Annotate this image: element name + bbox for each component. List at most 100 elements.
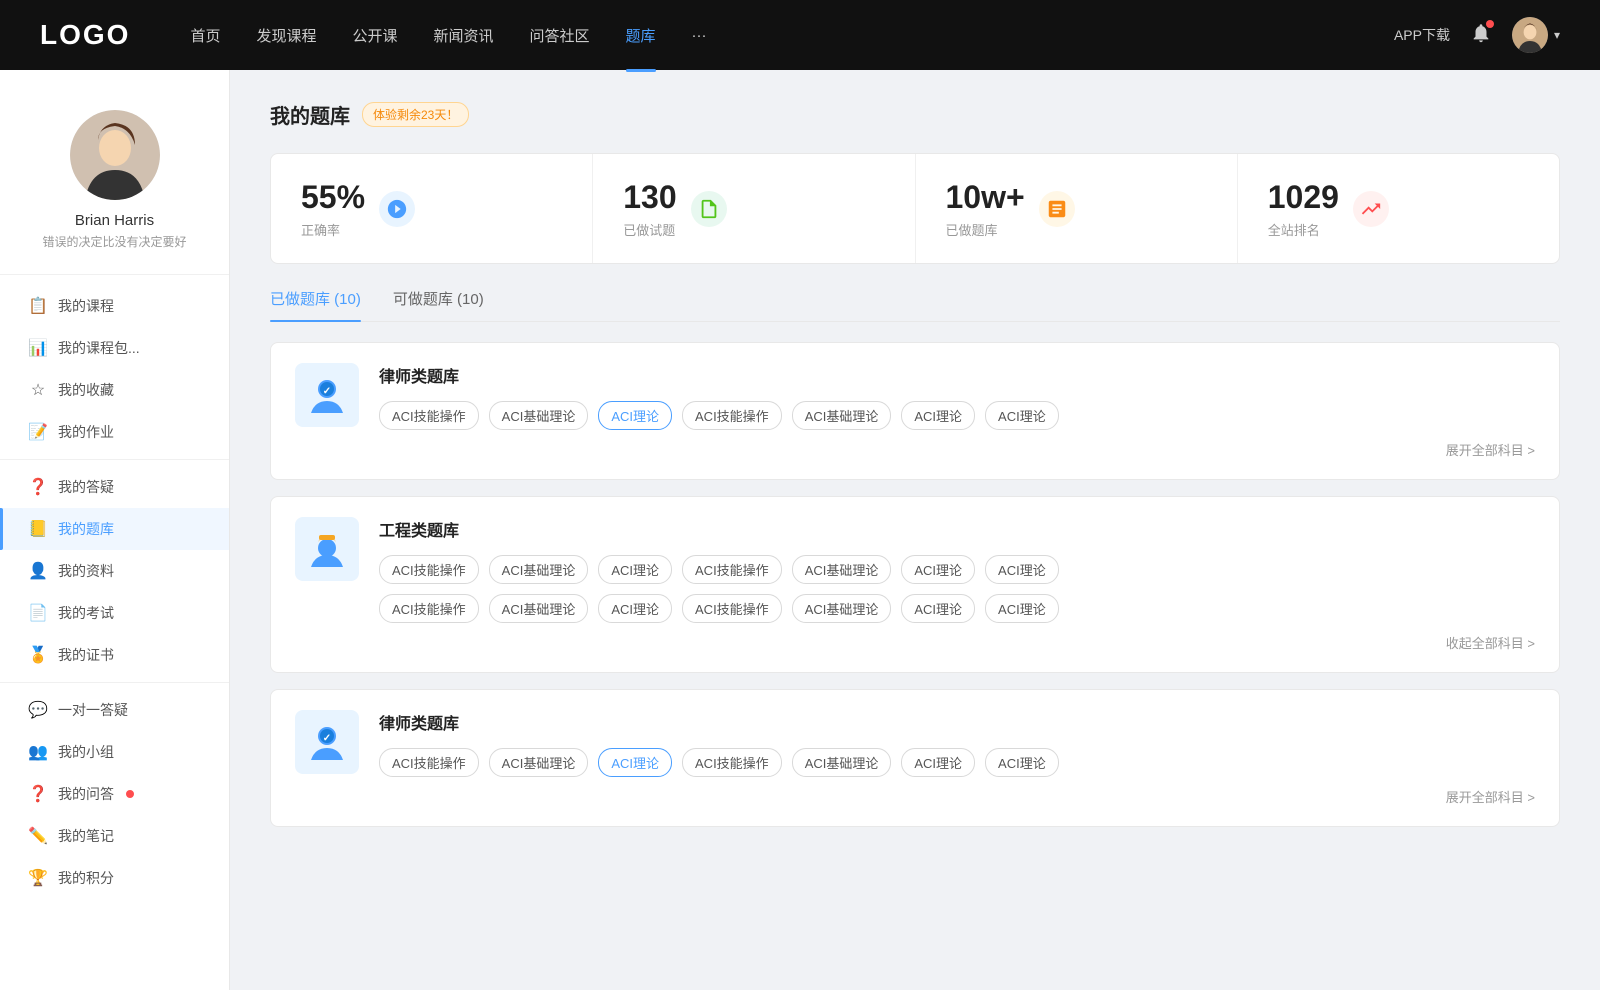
subject-card-2: ✓ 律师类题库 ACI技能操作 ACI基础理论 ACI理论 ACI技能操作 ACI基础理论… — [270, 689, 1560, 827]
sidebar-item-3[interactable]: 📝我的作业 — [0, 411, 229, 453]
sidebar-item-10[interactable]: 👥 我的小组 — [0, 731, 229, 773]
subject-tags-0: ACI技能操作 ACI基础理论 ACI理论 ACI技能操作 ACI基础理论 ACI理论 AC… — [379, 401, 1535, 430]
tab-0[interactable]: 已做题库 (10) — [270, 288, 361, 321]
user-avatar-menu[interactable]: ▾ — [1512, 17, 1560, 53]
sidebar-icon-8: 🏅 — [28, 645, 48, 665]
tag-1-6[interactable]: ACI理论 — [985, 555, 1059, 584]
tag-1-9[interactable]: ACI理论 — [598, 594, 672, 623]
nav-item-公开课[interactable]: 公开课 — [352, 25, 397, 46]
tag-1-3[interactable]: ACI技能操作 — [682, 555, 782, 584]
sidebar-label-10: 我的小组 — [58, 742, 114, 762]
stat-icon-3 — [1353, 191, 1389, 227]
sidebar-label-4: 我的答疑 — [58, 477, 114, 497]
sidebar-label-12: 我的笔记 — [58, 826, 114, 846]
svg-text:✓: ✓ — [323, 733, 331, 744]
chevron-down-icon: ▾ — [1554, 28, 1560, 42]
subject-icon-0: ✓ — [295, 363, 359, 427]
tab-bar: 已做题库 (10) 可做题库 (10) — [270, 288, 1560, 322]
tag-0-5[interactable]: ACI理论 — [901, 401, 975, 430]
tag-1-5[interactable]: ACI理论 — [901, 555, 975, 584]
tag-2-4[interactable]: ACI基础理论 — [792, 748, 892, 777]
tag-1-7[interactable]: ACI技能操作 — [379, 594, 479, 623]
sidebar-label-7: 我的考试 — [58, 603, 114, 623]
sidebar-item-11[interactable]: ❓我的问答 — [0, 773, 229, 815]
page-header: 我的题库 体验剩余23天！ — [270, 100, 1560, 129]
nav-item-首页[interactable]: 首页 — [190, 25, 220, 46]
stat-text-2: 10w+ 已做题库 — [946, 178, 1025, 239]
nav-item-题库[interactable]: 题库 — [626, 25, 656, 46]
tag-2-5[interactable]: ACI理论 — [901, 748, 975, 777]
tag-1-13[interactable]: ACI理论 — [985, 594, 1059, 623]
subject-card-1: 工程类题库ACI技能操作ACI基础理论ACI理论ACI技能操作ACI基础理论AC… — [270, 496, 1560, 673]
sidebar-item-5[interactable]: 📒我的题库 — [0, 508, 229, 550]
stat-icon-0 — [379, 191, 415, 227]
sidebar-icon-2: ☆ — [28, 380, 48, 400]
notification-dot — [1486, 20, 1494, 28]
red-dot — [126, 790, 134, 798]
sidebar-item-4[interactable]: ❓我的答疑 — [0, 466, 229, 508]
profile-avatar — [70, 110, 160, 200]
subject-title-2: 律师类题库 — [379, 710, 1535, 734]
expand-link-1[interactable]: 收起全部科目 > — [379, 633, 1535, 652]
sidebar-icon-10: 👥 — [28, 742, 48, 762]
tag-2-3[interactable]: ACI技能操作 — [682, 748, 782, 777]
tag-1-10[interactable]: ACI技能操作 — [682, 594, 782, 623]
notification-bell[interactable] — [1470, 22, 1492, 49]
tag-2-6[interactable]: ACI理论 — [985, 748, 1059, 777]
sidebar-item-8[interactable]: 🏅 我的证书 — [0, 634, 229, 676]
tag-1-1[interactable]: ACI基础理论 — [489, 555, 589, 584]
tag-0-4[interactable]: ACI基础理论 — [792, 401, 892, 430]
sidebar-item-13[interactable]: 🏆我的积分 — [0, 857, 229, 899]
sidebar-item-0[interactable]: 📋 我的课程 — [0, 285, 229, 327]
sidebar-item-6[interactable]: 👤我的资料 — [0, 550, 229, 592]
tag-1-12[interactable]: ACI理论 — [901, 594, 975, 623]
svg-text:✓: ✓ — [323, 386, 331, 397]
tag-row-1-0: ACI技能操作 ACI基础理论 ACI理论 ACI技能操作 ACI基础理论 ACI理论 AC… — [379, 555, 1535, 584]
stat-item-3: 1029 全站排名 — [1238, 154, 1559, 263]
avatar — [1512, 17, 1548, 53]
sidebar-divider2 — [0, 682, 229, 683]
sidebar-item-12[interactable]: ✏️ 我的笔记 — [0, 815, 229, 857]
tag-0-2[interactable]: ACI理论 — [598, 401, 672, 430]
expand-link-2[interactable]: 展开全部科目 > — [379, 787, 1535, 806]
tag-1-4[interactable]: ACI基础理论 — [792, 555, 892, 584]
sidebar-icon-12: ✏️ — [28, 826, 48, 846]
nav-item-发现课程[interactable]: 发现课程 — [256, 25, 316, 46]
sidebar-profile: Brian Harris 错误的决定比没有决定要好 — [0, 90, 229, 275]
tag-0-0[interactable]: ACI技能操作 — [379, 401, 479, 430]
profile-name: Brian Harris — [75, 212, 154, 229]
tag-2-1[interactable]: ACI基础理论 — [489, 748, 589, 777]
tab-1[interactable]: 可做题库 (10) — [393, 288, 484, 321]
sidebar-item-9[interactable]: 💬一对一答疑 — [0, 689, 229, 731]
sidebar-item-2[interactable]: ☆我的收藏 — [0, 369, 229, 411]
main-layout: Brian Harris 错误的决定比没有决定要好 📋 我的课程 📊我的课程包...… — [0, 70, 1600, 990]
tag-1-0[interactable]: ACI技能操作 — [379, 555, 479, 584]
sidebar-item-1[interactable]: 📊我的课程包... — [0, 327, 229, 369]
tag-0-1[interactable]: ACI基础理论 — [489, 401, 589, 430]
stat-label-0: 正确率 — [301, 220, 365, 239]
stats-row: 55% 正确率 130 已做试题 10w+ 已做题库 1029 全站排名 — [270, 153, 1560, 264]
app-download-link[interactable]: APP下载 — [1394, 25, 1450, 45]
sidebar-label-0: 我的课程 — [58, 296, 114, 316]
nav-item-问答社区[interactable]: 问答社区 — [530, 25, 590, 46]
tag-0-3[interactable]: ACI技能操作 — [682, 401, 782, 430]
expand-link-0[interactable]: 展开全部科目 > — [379, 440, 1535, 459]
sidebar: Brian Harris 错误的决定比没有决定要好 📋 我的课程 📊我的课程包...… — [0, 70, 230, 990]
tag-0-6[interactable]: ACI理论 — [985, 401, 1059, 430]
page-title: 我的题库 — [270, 100, 350, 129]
tag-2-0[interactable]: ACI技能操作 — [379, 748, 479, 777]
sidebar-label-8: 我的证书 — [58, 645, 114, 665]
navbar-right: APP下载 ▾ — [1394, 17, 1560, 53]
sidebar-icon-5: 📒 — [28, 519, 48, 539]
sidebar-item-7[interactable]: 📄我的考试 — [0, 592, 229, 634]
sidebar-icon-0: 📋 — [28, 296, 48, 316]
tag-1-8[interactable]: ACI基础理论 — [489, 594, 589, 623]
tag-1-11[interactable]: ACI基础理论 — [792, 594, 892, 623]
tag-1-2[interactable]: ACI理论 — [598, 555, 672, 584]
stat-icon-1 — [691, 191, 727, 227]
nav-item-新闻资讯[interactable]: 新闻资讯 — [434, 25, 494, 46]
nav-item-···[interactable]: ··· — [692, 27, 707, 44]
tag-2-2[interactable]: ACI理论 — [598, 748, 672, 777]
stat-value-0: 55% — [301, 178, 365, 216]
subject-title-1: 工程类题库 — [379, 517, 1535, 541]
